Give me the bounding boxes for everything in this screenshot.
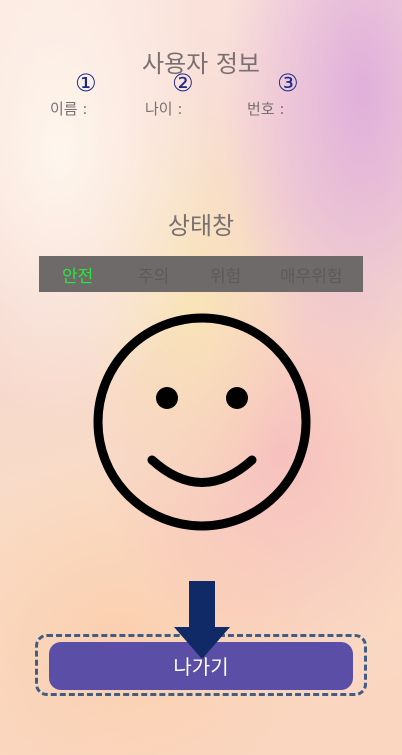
down-arrow-icon (174, 581, 230, 659)
status-very-danger: 매우위험 (280, 267, 343, 287)
badge-2: ② (172, 69, 194, 97)
badge-3: ③ (277, 69, 299, 97)
age-label: 나이 : (145, 100, 183, 118)
status-title: 상태창 (167, 212, 235, 240)
badge-1: ① (75, 69, 97, 97)
smiley-face-icon (93, 313, 311, 531)
number-label: 번호 : (247, 100, 285, 118)
name-label: 이름 : (50, 100, 88, 118)
status-safe: 안전 (62, 267, 94, 287)
user-info-title: 사용자 정보 (141, 50, 261, 78)
status-bar: 안전 주의 위험 매우위험 (39, 256, 363, 292)
status-caution: 주의 (138, 267, 170, 287)
status-danger: 위험 (210, 267, 242, 287)
